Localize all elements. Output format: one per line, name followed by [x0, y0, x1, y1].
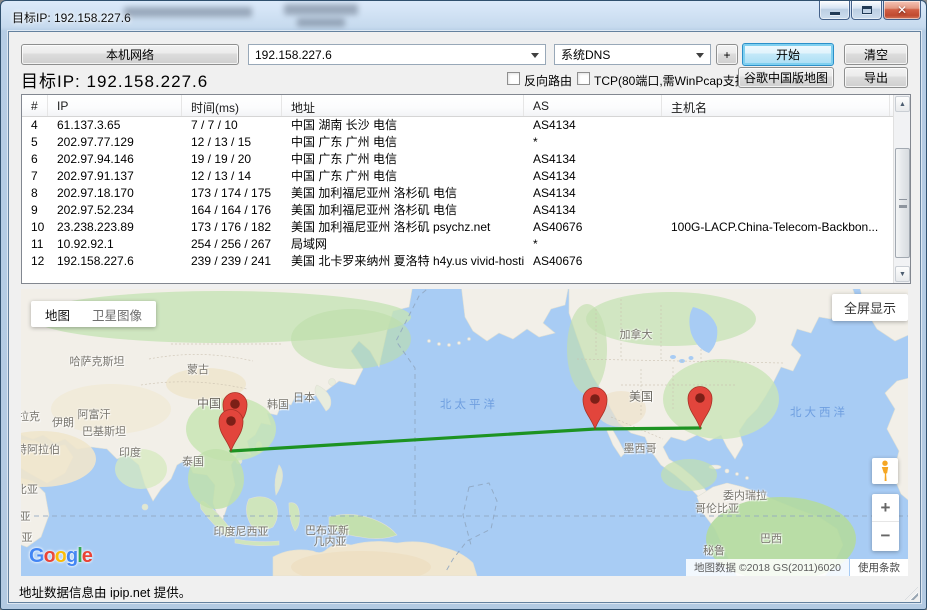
pegman-button[interactable]	[872, 458, 898, 484]
scroll-down-button[interactable]: ▼	[895, 266, 910, 282]
start-button[interactable]: 开始	[742, 43, 834, 66]
table-header: # IP 时间(ms) 地址 AS 主机名	[22, 95, 893, 117]
scroll-up-button[interactable]: ▲	[895, 96, 910, 112]
zoom-control: + −	[872, 494, 899, 551]
table-row[interactable]: 4 61.137.3.65 7 / 7 / 10 中国 湖南 长沙 电信 AS4…	[22, 117, 893, 134]
table-row[interactable]: 9 202.97.52.234 164 / 164 / 176 美国 加利福尼亚…	[22, 202, 893, 219]
table-row[interactable]: 7 202.97.91.137 12 / 13 / 14 中国 广东 广州 电信…	[22, 168, 893, 185]
redacted-watermark	[284, 4, 358, 15]
column-header[interactable]: IP	[48, 95, 182, 116]
dns-value: 系统DNS	[561, 46, 610, 63]
add-button[interactable]: +	[716, 44, 738, 65]
map-attribution: 地图数据 ©2018 GS(2011)6020 使用条款	[686, 559, 908, 576]
google-china-map-button[interactable]: 谷歌中国版地图	[738, 67, 834, 88]
table-row[interactable]: 8 202.97.18.170 173 / 174 / 175 美国 加利福尼亚…	[22, 185, 893, 202]
close-button[interactable]: ✕	[883, 1, 921, 20]
column-header[interactable]: 主机名	[662, 95, 890, 116]
chevron-down-icon[interactable]	[531, 53, 539, 58]
column-header[interactable]: AS	[524, 95, 662, 116]
chevron-down-icon[interactable]	[696, 53, 704, 58]
attribution-text: 地图数据 ©2018 GS(2011)6020	[686, 559, 849, 576]
reverse-route-label[interactable]: 反向路由	[524, 72, 572, 89]
target-ip-value: 192.158.227.6	[255, 48, 332, 62]
close-icon: ✕	[897, 4, 907, 16]
hops-table: # IP 时间(ms) 地址 AS 主机名 4 61.137.3.65 7 / …	[21, 94, 911, 284]
minimize-button[interactable]	[819, 1, 850, 20]
fullscreen-button[interactable]: 全屏显示	[832, 294, 908, 321]
column-header[interactable]: #	[22, 95, 48, 116]
table-rows: 4 61.137.3.65 7 / 7 / 10 中国 湖南 长沙 电信 AS4…	[22, 117, 893, 283]
terms-link[interactable]: 使用条款	[850, 559, 908, 576]
map-type-satellite-button[interactable]: 卫星图像	[92, 305, 142, 324]
scrollbar-thumb[interactable]	[895, 148, 910, 258]
clear-button[interactable]: 清空	[844, 44, 908, 65]
statusbar-text: 地址数据信息由 ipip.net 提供。	[19, 582, 191, 601]
table-row[interactable]: 10 23.238.223.89 173 / 176 / 182 美国 加利福尼…	[22, 219, 893, 236]
zoom-out-button[interactable]: −	[872, 522, 899, 550]
local-network-button[interactable]: 本机网络	[21, 44, 239, 65]
minimize-icon	[830, 12, 840, 15]
table-row[interactable]: 5 202.97.77.129 12 / 13 / 15 中国 广东 广州 电信…	[22, 134, 893, 151]
target-ip-label: 目标IP: 192.158.227.6	[21, 67, 208, 92]
column-header[interactable]: 地址	[282, 95, 524, 116]
vertical-scrollbar[interactable]: ▲ ▼	[893, 95, 910, 283]
map-canvas	[21, 289, 908, 576]
column-header[interactable]: 时间(ms)	[182, 95, 282, 116]
reverse-route-checkbox[interactable]	[507, 72, 520, 85]
table-row[interactable]: 11 10.92.92.1 254 / 256 / 267 局域网 *	[22, 236, 893, 253]
zoom-in-button[interactable]: +	[872, 494, 899, 522]
maximize-icon	[862, 6, 872, 14]
map-type-map-button[interactable]: 地图	[45, 305, 70, 324]
table-row[interactable]: 12 192.158.227.6 239 / 239 / 241 美国 北卡罗来…	[22, 253, 893, 270]
redacted-watermark	[297, 18, 345, 27]
pegman-icon	[878, 460, 892, 482]
export-button[interactable]: 导出	[844, 67, 908, 88]
target-ip-combobox[interactable]: 192.158.227.6	[248, 44, 546, 65]
titlebar: 目标IP: 192.158.227.6 ✕	[1, 1, 926, 31]
redacted-watermark	[124, 7, 252, 17]
app-window: 目标IP: 192.158.227.6 ✕ 本机网络 192.158.227.6…	[0, 0, 927, 610]
tcp-label[interactable]: TCP(80端口,需WinPcap支持)	[594, 72, 751, 89]
maximize-button[interactable]	[851, 1, 882, 20]
map-type-control[interactable]: 地图 卫星图像	[31, 301, 156, 327]
dns-combobox[interactable]: 系统DNS	[554, 44, 711, 65]
table-row[interactable]: 6 202.97.94.146 19 / 19 / 20 中国 广东 广州 电信…	[22, 151, 893, 168]
window-title: 目标IP: 192.158.227.6	[12, 9, 131, 26]
google-logo[interactable]: Google	[29, 545, 92, 568]
route-map[interactable]: 哈萨克斯坦蒙古中国韩国日本阿富汗拉克伊朗巴基斯坦特阿拉伯印度泰国比亚亚亚印度尼西…	[21, 289, 908, 576]
tcp-checkbox[interactable]	[577, 72, 590, 85]
